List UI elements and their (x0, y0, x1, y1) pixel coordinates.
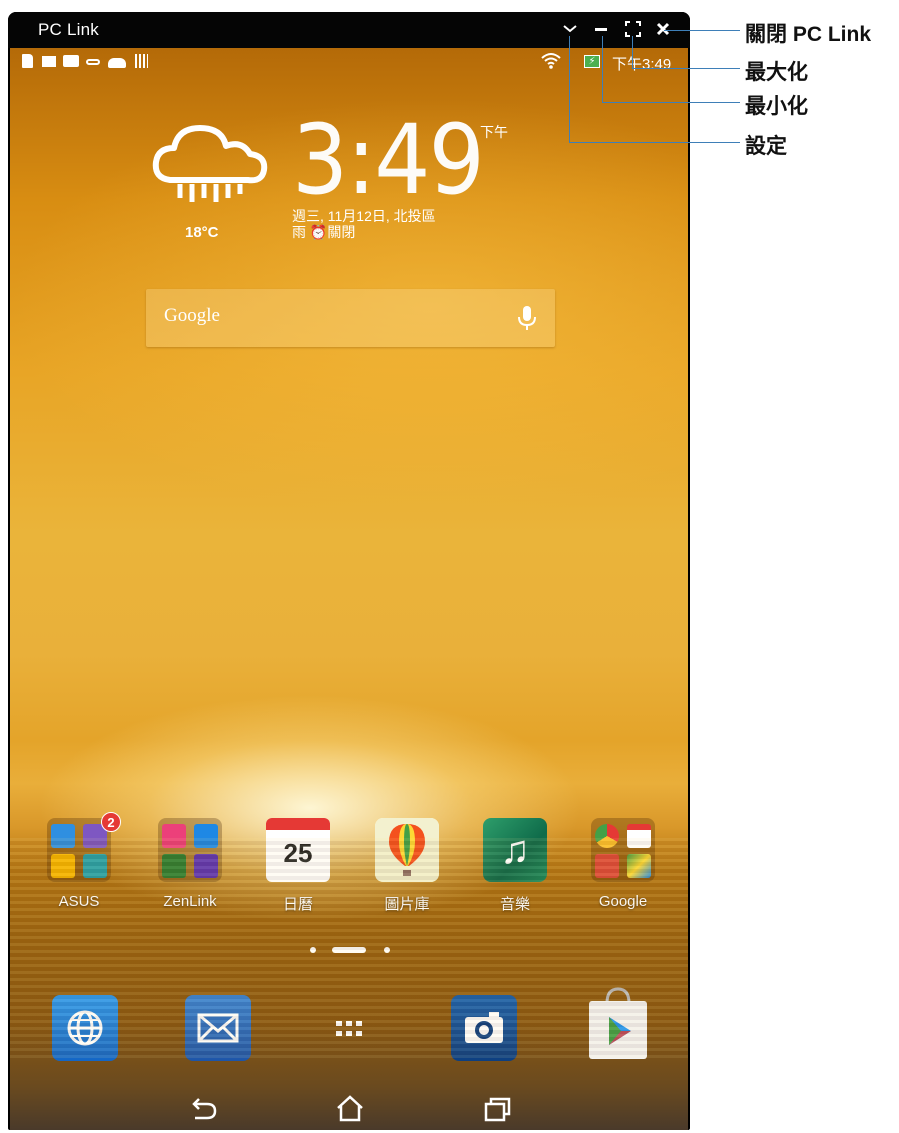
callout-minimize-label: 最小化 (745, 95, 808, 118)
asus-folder-icon: 2 (47, 812, 121, 882)
callout-line-close (664, 30, 740, 31)
app-label: ASUS (58, 893, 100, 910)
app-music[interactable]: ♫ 音樂 (477, 818, 553, 922)
app-google-folder[interactable]: Google (585, 818, 661, 922)
status-time: 下午3:49 (612, 56, 672, 73)
status-bar: ⚡ 下午3:49 (10, 48, 688, 76)
app-label: 圖片庫 (384, 896, 430, 913)
google-search-bar[interactable]: Google (146, 289, 555, 347)
home-button[interactable] (332, 1094, 368, 1122)
party-link-mini-icon (194, 854, 218, 878)
pc-link-mini-icon (162, 824, 186, 848)
callout-vert-minimize (602, 36, 603, 102)
google-folder-icon (591, 818, 655, 882)
share-link-mini-icon (162, 854, 186, 878)
battery-icon: ⚡ (584, 55, 600, 68)
callout-line-minimize (602, 102, 740, 103)
page-dot (310, 947, 316, 953)
remote-link-mini-icon (194, 824, 218, 848)
page-dot (384, 947, 390, 953)
navigation-bar (10, 1086, 688, 1130)
minimize-button[interactable] (592, 20, 610, 38)
app-calendar[interactable]: 25 日曆 (260, 818, 336, 922)
app-asus-folder[interactable]: 2 ASUS (41, 812, 121, 922)
asus-mini-icon (51, 824, 75, 848)
app-label: ZenLink (163, 893, 217, 910)
app-label: 日曆 (282, 896, 313, 913)
callout-settings-label: 設定 (745, 135, 787, 158)
all-apps-button[interactable] (316, 995, 382, 1061)
back-icon (192, 1098, 217, 1120)
envelope-icon (197, 1013, 239, 1043)
file-manager-mini-icon (51, 854, 75, 878)
close-icon (656, 22, 670, 36)
maximize-icon (625, 21, 641, 37)
app-gallery[interactable]: 圖片庫 (369, 818, 445, 922)
rain-cloud-icon (152, 125, 268, 202)
page-indicator (10, 945, 688, 955)
callout-vert-settings (569, 36, 570, 142)
globe-icon (67, 1010, 103, 1046)
chrome-mini-icon (595, 824, 619, 848)
callout-maximize-label: 最大化 (745, 61, 808, 84)
camera-button[interactable] (451, 995, 517, 1061)
play-store-icon (589, 987, 647, 1059)
google-plus-mini-icon (595, 854, 619, 878)
google-logo: Google (164, 305, 220, 326)
wifi-icon (541, 53, 561, 69)
callout-line-settings (569, 142, 740, 143)
barcode-icon (135, 54, 148, 68)
cloud-upload-icon (108, 58, 126, 68)
temperature: 18°C (185, 224, 219, 241)
calendar-header (266, 818, 330, 830)
page-dot-active (332, 947, 366, 953)
infinity-icon (86, 59, 100, 65)
browser-button[interactable] (52, 995, 118, 1061)
maps-mini-icon (627, 854, 651, 878)
calendar-icon: 25 (266, 818, 330, 882)
sd-card-icon (22, 54, 33, 68)
recent-apps-icon (484, 1097, 511, 1122)
title-bar[interactable]: PC Link (8, 12, 690, 48)
music-icon: ♫ (483, 818, 547, 882)
recent-apps-button[interactable] (478, 1094, 514, 1122)
screenshot-icon (42, 56, 56, 67)
pc-link-window: PC Link ⚡ 下午3:49 18°C 3:49 下午 週三, 11月12日… (8, 12, 690, 1130)
clock-time[interactable]: 3:49 (292, 104, 485, 216)
play-store-button[interactable] (583, 985, 653, 1061)
gmail-mini-icon (627, 824, 651, 848)
email-button[interactable] (185, 995, 251, 1061)
callout-line-maximize (632, 68, 740, 69)
chevron-down-icon (563, 25, 577, 33)
weather-alarm-line: 雨 ⏰關閉 (292, 224, 356, 240)
back-button[interactable] (185, 1094, 221, 1122)
settings-button[interactable] (561, 20, 579, 38)
image-icon (63, 55, 79, 67)
maximize-button[interactable] (624, 20, 642, 38)
minimize-icon (595, 28, 607, 31)
window-title: PC Link (38, 20, 99, 39)
calculator-mini-icon (83, 854, 107, 878)
home-icon (337, 1095, 363, 1122)
microphone-icon[interactable] (515, 305, 539, 331)
app-drawer-icon (336, 1021, 362, 1036)
zenlink-folder-icon (158, 818, 222, 882)
camera-icon (465, 1012, 503, 1043)
android-screen[interactable]: ⚡ 下午3:49 18°C 3:49 下午 週三, 11月12日, 北投區 雨 … (10, 48, 688, 1130)
callout-close-label: 關閉 PC Link (745, 23, 872, 46)
app-zenlink-folder[interactable]: ZenLink (152, 818, 228, 922)
app-label: 音樂 (499, 896, 530, 913)
notification-badge: 2 (101, 812, 121, 832)
callout-vert-maximize (632, 36, 633, 68)
balloon-icon (375, 818, 439, 882)
close-button[interactable] (654, 20, 672, 38)
clock-ampm: 下午 (480, 124, 508, 140)
app-label: Google (598, 893, 648, 910)
music-note-icon: ♫ (500, 828, 530, 872)
calendar-day: 25 (283, 838, 313, 868)
